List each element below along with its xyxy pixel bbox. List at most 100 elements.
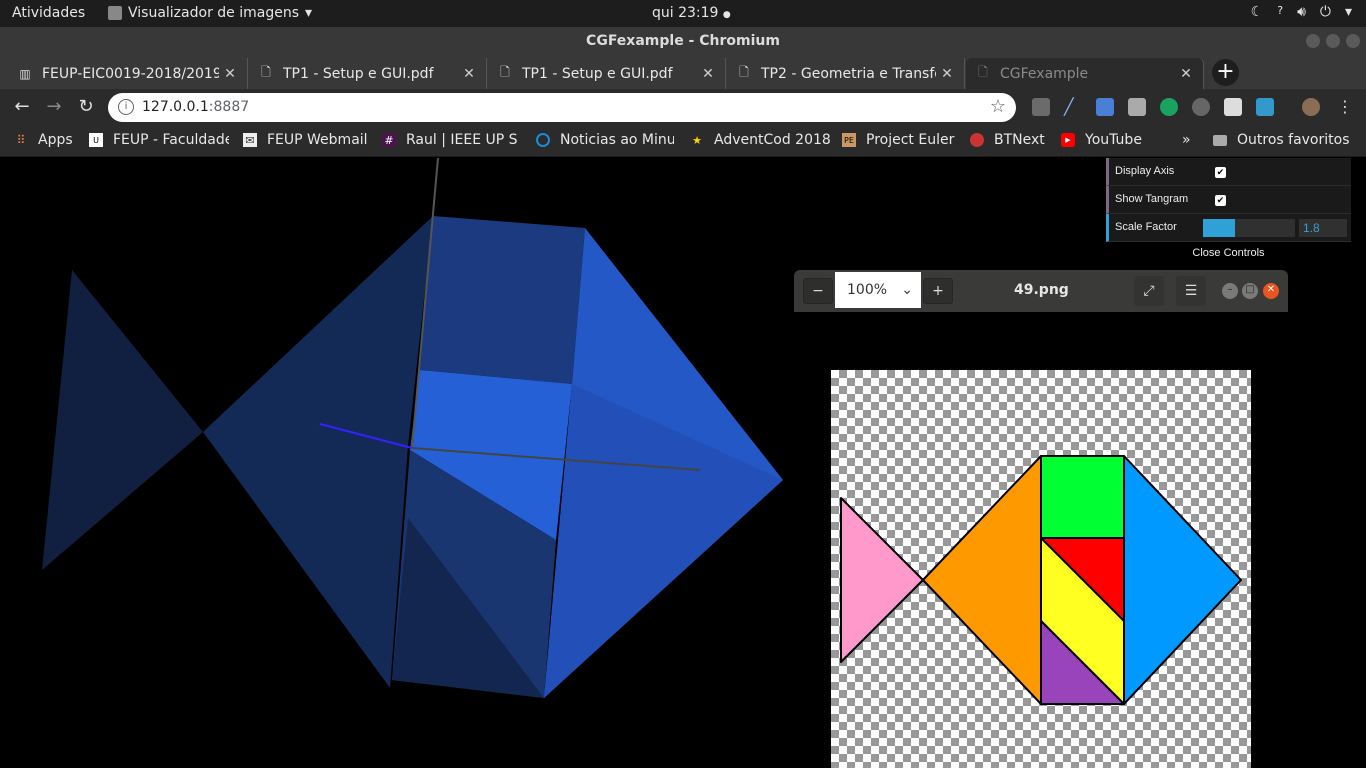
volume-icon[interactable]: 🔊︎ bbox=[1297, 4, 1306, 20]
tangram-fish-drawing bbox=[840, 455, 1242, 705]
image-canvas[interactable] bbox=[794, 312, 1288, 768]
close-icon[interactable] bbox=[1346, 34, 1360, 48]
tangram-image bbox=[831, 370, 1251, 768]
zoom-out-button[interactable]: − bbox=[803, 278, 833, 304]
bookmark-extension-icon[interactable] bbox=[1224, 98, 1242, 116]
bookmark-adventcode[interactable]: ★ AdventCod 2018 bbox=[690, 132, 830, 148]
new-tab-button[interactable]: + bbox=[1212, 59, 1239, 86]
bookmark-noticias[interactable]: Noticias ao Minuto bbox=[536, 132, 674, 148]
pen-extension-icon[interactable]: ╱ bbox=[1064, 98, 1082, 116]
clock[interactable]: qui 23:19 ● bbox=[652, 5, 731, 21]
bookmark-youtube[interactable]: ▶ YouTube bbox=[1061, 132, 1151, 148]
minimize-window-button[interactable]: – bbox=[1222, 283, 1238, 299]
bookmark-label: BTNext bbox=[994, 132, 1045, 148]
url-host: 127.0.0.1 bbox=[142, 99, 209, 115]
chevron-down-icon[interactable]: ▾ bbox=[1345, 4, 1352, 20]
bookmark-webmail[interactable]: ✉ FEUP Webmail bbox=[243, 132, 371, 148]
bookmarks-overflow-button[interactable]: » bbox=[1182, 132, 1191, 148]
tab-cgfexample[interactable]: 🗋 CGFexample ✕ bbox=[966, 58, 1204, 89]
close-tab-icon[interactable]: ✕ bbox=[697, 66, 719, 82]
bookmark-label: FEUP Webmail bbox=[267, 132, 368, 148]
close-tab-icon[interactable]: ✕ bbox=[219, 66, 241, 82]
fullscreen-button[interactable]: ⤢ bbox=[1134, 276, 1164, 306]
gui-controls-panel: Display Axis ✔ Show Tangram ✔ Scale Fact… bbox=[1106, 158, 1351, 264]
close-tab-icon[interactable]: ✕ bbox=[458, 66, 480, 82]
tab-tp1-a[interactable]: 🗋 TP1 - Setup e GUI.pdf ✕ bbox=[249, 58, 487, 89]
fullscreen-icon: ⤢ bbox=[1143, 283, 1155, 299]
scale-factor-row[interactable]: Scale Factor 1.8 bbox=[1106, 214, 1351, 242]
arrow-left-icon: ← bbox=[14, 96, 30, 117]
bookmark-btnext[interactable]: BTNext bbox=[970, 132, 1050, 148]
display-axis-row[interactable]: Display Axis ✔ bbox=[1106, 158, 1351, 186]
show-tangram-checkbox[interactable]: ✔ bbox=[1215, 195, 1226, 206]
close-tab-icon[interactable]: ✕ bbox=[1175, 66, 1197, 82]
document-icon: 🗋 bbox=[978, 65, 988, 79]
info-icon[interactable]: i bbox=[118, 99, 134, 115]
orange-triangle bbox=[922, 455, 1042, 705]
chevron-down-icon: ▾ bbox=[305, 5, 313, 21]
scale-factor-slider[interactable] bbox=[1203, 219, 1295, 237]
help-icon[interactable]: ? bbox=[1277, 4, 1283, 20]
url-text[interactable]: 127.0.0.1:8887 bbox=[142, 99, 249, 115]
avatar[interactable] bbox=[1302, 98, 1320, 116]
app-menu[interactable]: Visualizador de imagens ▾ bbox=[108, 5, 312, 21]
screen-extension-icon[interactable] bbox=[1256, 98, 1274, 116]
tab-tp1-b[interactable]: 🗋 TP1 - Setup e GUI.pdf ✕ bbox=[488, 58, 726, 89]
bookmark-euler[interactable]: PE Project Euler bbox=[842, 132, 958, 148]
other-bookmarks-label: Outros favoritos bbox=[1237, 132, 1350, 148]
maximize-window-button[interactable]: □ bbox=[1242, 283, 1258, 299]
bookmark-apps[interactable]: ⠿ Apps bbox=[14, 132, 84, 148]
activities-button[interactable]: Atividades bbox=[12, 5, 85, 21]
url-port: :8887 bbox=[208, 99, 250, 115]
tab-feup[interactable]: ▥ FEUP-EIC0019-2018/2019- ✕ bbox=[8, 58, 248, 89]
close-tab-icon[interactable]: ✕ bbox=[936, 66, 958, 82]
moon-icon[interactable]: ☾ bbox=[1251, 4, 1264, 20]
reload-button[interactable]: ↻ bbox=[74, 95, 98, 119]
zoom-select[interactable]: 100% ⌄ bbox=[835, 272, 921, 308]
tab-tp2[interactable]: 🗋 TP2 - Geometria e Transfo ✕ bbox=[727, 58, 965, 89]
news-icon bbox=[536, 133, 550, 147]
document-icon: 🗋 bbox=[739, 65, 749, 79]
euler-icon: PE bbox=[842, 133, 856, 147]
bookmark-ieee[interactable]: # Raul | IEEE UP SB bbox=[382, 132, 518, 148]
window-controls bbox=[1306, 34, 1360, 48]
plus-icon: + bbox=[1216, 59, 1235, 84]
gear-extension-icon[interactable] bbox=[1192, 98, 1210, 116]
site-icon: ▥ bbox=[19, 66, 31, 81]
bookmark-label: Project Euler bbox=[866, 132, 955, 148]
camera-extension-icon[interactable] bbox=[1128, 98, 1146, 116]
system-tray[interactable]: ☾ ? 🔊︎ ⏻ ▾ bbox=[1251, 4, 1352, 20]
image-viewer-window: − 100% ⌄ + 49.png ⤢ ☰ – □ ✕ bbox=[794, 270, 1288, 768]
power-icon[interactable]: ⏻ bbox=[1320, 4, 1331, 20]
forward-button[interactable]: → bbox=[42, 95, 66, 119]
close-icon: ✕ bbox=[1266, 284, 1276, 295]
plus-icon: + bbox=[932, 283, 944, 299]
zoom-in-button[interactable]: + bbox=[923, 278, 953, 304]
hamburger-menu-button[interactable]: ☰ bbox=[1176, 276, 1206, 306]
feup-icon: U bbox=[89, 133, 103, 147]
tab-label: TP1 - Setup e GUI.pdf bbox=[522, 65, 673, 82]
other-bookmarks[interactable]: Outros favoritos bbox=[1213, 132, 1350, 148]
show-tangram-row[interactable]: Show Tangram ✔ bbox=[1106, 186, 1351, 214]
office-extension-icon[interactable] bbox=[1096, 98, 1114, 116]
blue-triangle bbox=[1123, 455, 1242, 705]
tab-label: TP1 - Setup e GUI.pdf bbox=[283, 65, 434, 82]
back-button[interactable]: ← bbox=[10, 95, 34, 119]
minimize-icon[interactable] bbox=[1306, 34, 1320, 48]
display-axis-checkbox[interactable]: ✔ bbox=[1215, 167, 1226, 178]
star-icon: ★ bbox=[692, 133, 702, 147]
scale-factor-label: Scale Factor bbox=[1115, 221, 1177, 233]
close-controls-button[interactable]: Close Controls bbox=[1106, 242, 1351, 264]
close-window-button[interactable]: ✕ bbox=[1263, 283, 1279, 299]
grammarly-extension-icon[interactable] bbox=[1160, 98, 1178, 116]
bookmark-feup[interactable]: U FEUP - Faculdade bbox=[89, 132, 229, 148]
bookmark-star-icon[interactable]: ☆ bbox=[990, 96, 1006, 117]
maximize-icon[interactable] bbox=[1326, 34, 1340, 48]
minus-icon: − bbox=[812, 283, 824, 299]
gmail-extension-icon[interactable] bbox=[1032, 98, 1050, 116]
minimize-icon: – bbox=[1227, 284, 1233, 295]
scale-factor-input[interactable]: 1.8 bbox=[1299, 219, 1347, 237]
maximize-icon: □ bbox=[1245, 284, 1255, 295]
address-bar[interactable]: i 127.0.0.1:8887 ☆ bbox=[108, 93, 1016, 122]
menu-dots-icon[interactable]: ⋮ bbox=[1336, 98, 1354, 116]
